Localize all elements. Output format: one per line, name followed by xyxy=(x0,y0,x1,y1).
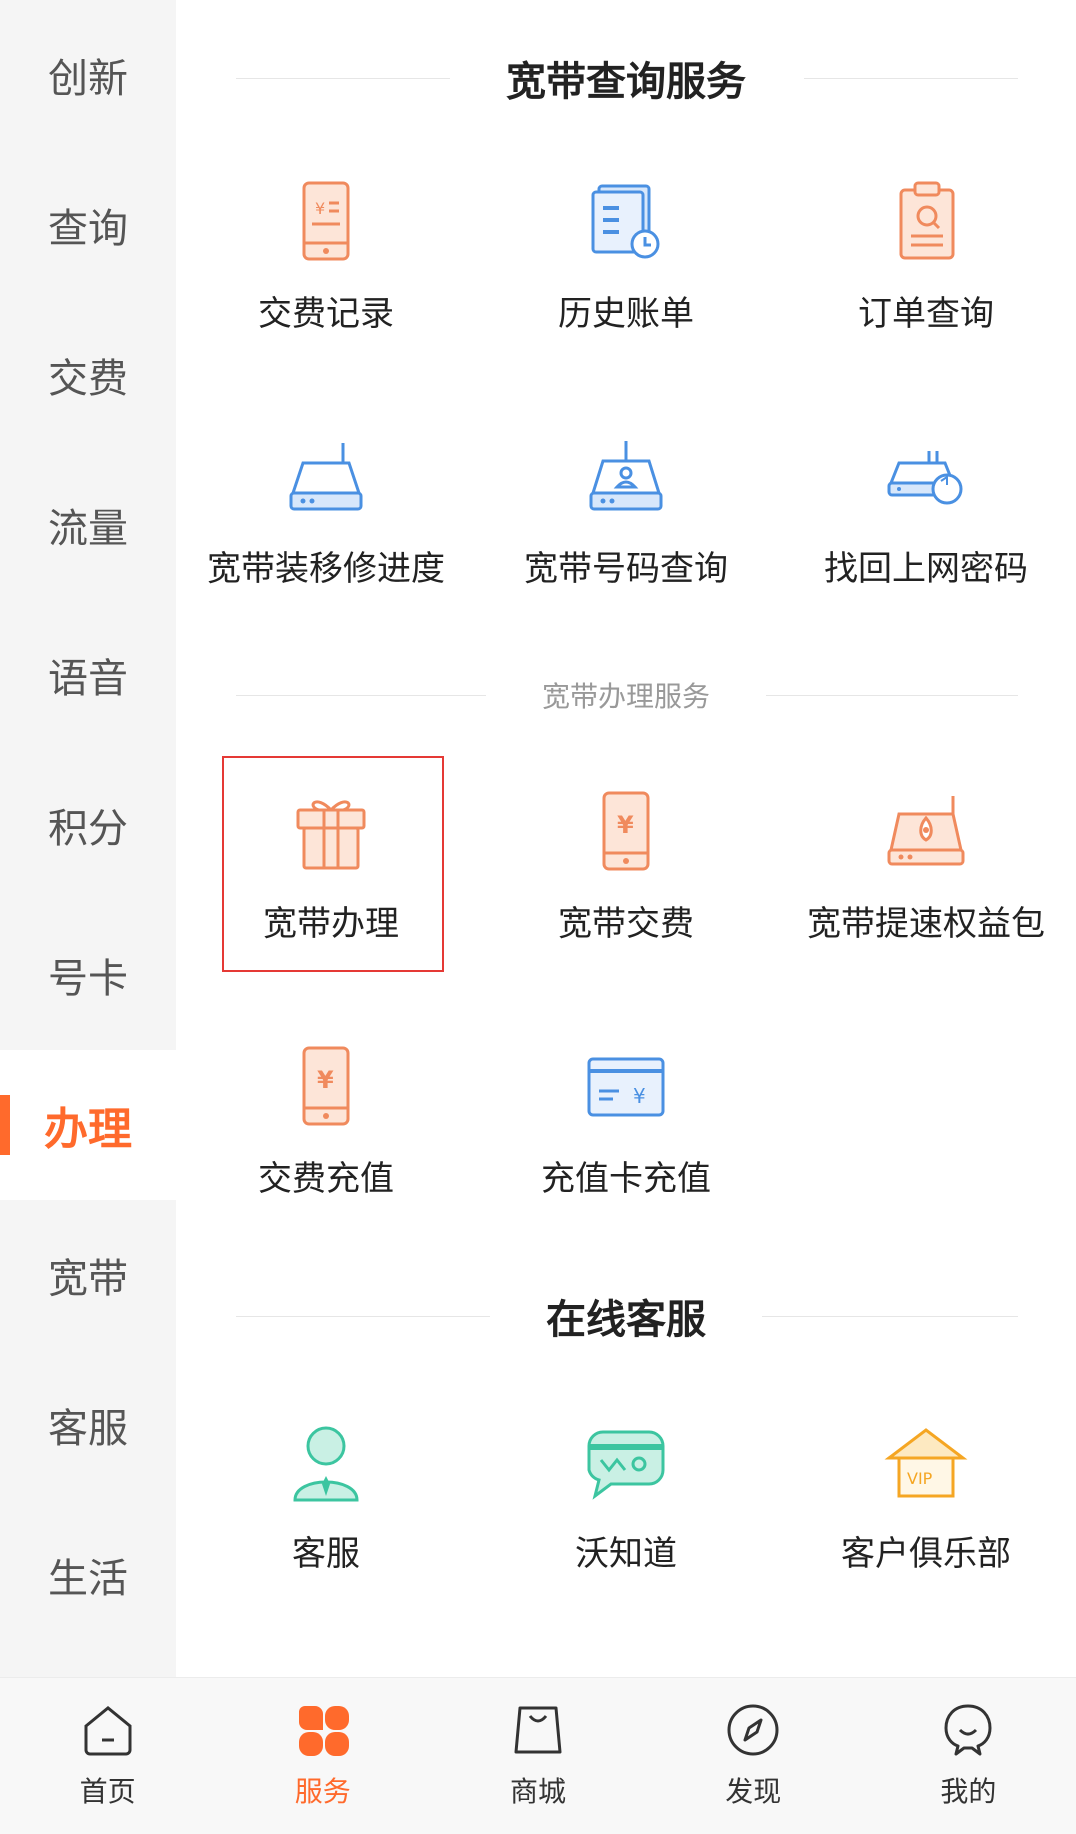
tile-history-bill[interactable]: 历史账单 xyxy=(476,150,776,350)
divider xyxy=(236,78,450,79)
section-header-service: 在线客服 xyxy=(176,1288,1076,1344)
tab-service[interactable]: 服务 xyxy=(215,1678,430,1834)
tile-customer-service[interactable]: 客服 xyxy=(176,1390,476,1590)
customer-service-icon xyxy=(293,1426,359,1502)
home-icon xyxy=(84,1706,132,1756)
section-title: 宽带办理服务 xyxy=(541,680,710,713)
tile-label: 客户俱乐部 xyxy=(841,1534,1011,1574)
section-title: 宽带查询服务 xyxy=(506,59,746,105)
tile-card-recharge[interactable]: ¥ 充值卡充值 xyxy=(476,1015,776,1215)
divider xyxy=(804,78,1018,79)
tile-broadband-progress[interactable]: 宽带装移修进度 xyxy=(176,405,476,605)
sidebar-item-query[interactable]: 查询 xyxy=(0,150,176,300)
tile-label: 宽带装移修进度 xyxy=(207,549,445,589)
tile-broadband-payment[interactable]: ¥ 宽带交费 xyxy=(476,760,776,960)
bottom-tab-bar: 首页 服务 商城 发现 我的 xyxy=(0,1677,1076,1834)
sidebar-item-points[interactable]: 积分 xyxy=(0,750,176,900)
tile-label: 宽带号码查询 xyxy=(524,549,728,589)
tab-label: 发现 xyxy=(725,1775,782,1808)
divider xyxy=(766,695,1018,696)
section-header-handle: 宽带办理服务 xyxy=(176,675,1076,715)
profile-icon xyxy=(944,1704,992,1756)
password-reset-icon xyxy=(887,451,963,505)
gift-icon xyxy=(296,800,366,870)
tile-recharge[interactable]: ¥ 交费充值 xyxy=(176,1015,476,1215)
sidebar-item-handle[interactable]: 办理 xyxy=(0,1050,176,1200)
tile-payment-record[interactable]: ¥ 交费记录 xyxy=(176,150,476,350)
tab-mall[interactable]: 商城 xyxy=(430,1678,645,1834)
service-grid-icon xyxy=(298,1706,349,1756)
chat-icon xyxy=(587,1430,665,1500)
sidebar-item-data[interactable]: 流量 xyxy=(0,450,176,600)
vip-club-icon: VIP xyxy=(884,1428,968,1498)
tab-label: 我的 xyxy=(940,1775,997,1808)
speedup-icon xyxy=(887,796,965,866)
tab-label: 商城 xyxy=(510,1775,567,1808)
card-recharge-icon: ¥ xyxy=(587,1057,665,1117)
tab-mine[interactable]: 我的 xyxy=(861,1678,1076,1834)
category-sidebar: 创新 查询 交费 流量 语音 积分 号卡 办理 宽带 客服 生活 xyxy=(0,0,176,1677)
service-content: 宽带查询服务 ¥ 交费记录 历史账单 订单查询 宽带装移修进度 宽带号码查询 找… xyxy=(176,0,1076,1677)
section-title: 在线客服 xyxy=(546,1297,706,1343)
tile-vip-club[interactable]: VIP 客户俱乐部 xyxy=(776,1390,1076,1590)
tile-label: 历史账单 xyxy=(558,294,694,334)
sidebar-item-life[interactable]: 生活 xyxy=(0,1500,176,1650)
divider xyxy=(236,1316,490,1317)
tile-label: 订单查询 xyxy=(858,294,994,334)
tile-broadband-apply[interactable]: 宽带办理 xyxy=(181,760,481,960)
svg-text:¥: ¥ xyxy=(617,811,634,839)
payment-record-icon: ¥ xyxy=(302,181,350,261)
history-bill-icon xyxy=(591,184,660,259)
tile-label: 交费记录 xyxy=(258,294,394,334)
sidebar-item-innovation[interactable]: 创新 xyxy=(0,0,176,150)
shopping-bag-icon xyxy=(514,1706,562,1754)
sidebar-item-broadband[interactable]: 宽带 xyxy=(0,1200,176,1350)
section-header-query: 宽带查询服务 xyxy=(176,50,1076,106)
tile-label: 交费充值 xyxy=(258,1159,394,1199)
sidebar-item-sim[interactable]: 号卡 xyxy=(0,900,176,1050)
recharge-icon: ¥ xyxy=(302,1046,350,1126)
tile-password-reset[interactable]: 找回上网密码 xyxy=(776,405,1076,605)
tile-label: 宽带提速权益包 xyxy=(807,904,1045,944)
svg-text:¥: ¥ xyxy=(317,1066,334,1094)
tile-label: 客服 xyxy=(292,1534,360,1574)
broadband-payment-icon: ¥ xyxy=(602,791,650,871)
tile-order-query[interactable]: 订单查询 xyxy=(776,150,1076,350)
svg-text:¥: ¥ xyxy=(315,199,325,218)
divider xyxy=(236,695,486,696)
svg-text:¥: ¥ xyxy=(633,1084,646,1108)
broadband-number-icon xyxy=(589,441,663,511)
sidebar-item-service[interactable]: 客服 xyxy=(0,1350,176,1500)
tab-label: 服务 xyxy=(294,1775,351,1808)
order-query-icon xyxy=(899,181,955,260)
sidebar-item-voice[interactable]: 语音 xyxy=(0,600,176,750)
divider xyxy=(762,1316,1018,1317)
vip-badge: VIP xyxy=(907,1469,933,1488)
tile-wo-knowledge[interactable]: 沃知道 xyxy=(476,1390,776,1590)
compass-icon xyxy=(727,1704,779,1756)
tile-label: 找回上网密码 xyxy=(824,549,1028,589)
tab-label: 首页 xyxy=(79,1775,136,1808)
tile-label: 充值卡充值 xyxy=(541,1159,711,1199)
tab-home[interactable]: 首页 xyxy=(0,1678,215,1834)
tile-broadband-number[interactable]: 宽带号码查询 xyxy=(476,405,776,605)
broadband-progress-icon xyxy=(289,443,363,511)
tile-label: 沃知道 xyxy=(575,1534,677,1574)
sidebar-item-payment[interactable]: 交费 xyxy=(0,300,176,450)
tile-label: 宽带办理 xyxy=(263,904,399,944)
tile-broadband-speedup[interactable]: 宽带提速权益包 xyxy=(776,760,1076,960)
tab-discover[interactable]: 发现 xyxy=(646,1678,861,1834)
tile-label: 宽带交费 xyxy=(558,904,694,944)
